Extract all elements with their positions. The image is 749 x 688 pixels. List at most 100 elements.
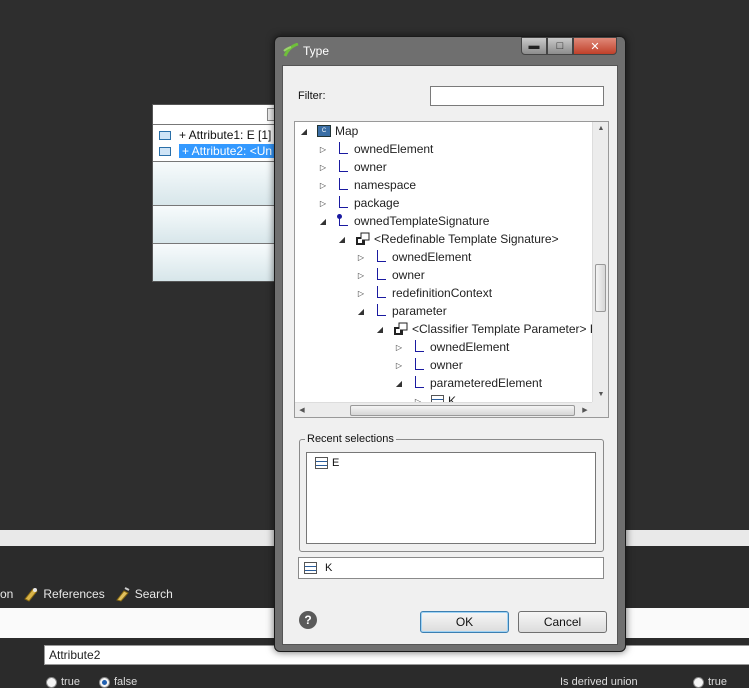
derived-union-true[interactable]: true [693,676,727,688]
attribute-row-selected[interactable]: + Attribute2: <Un [153,143,279,159]
window-controls: ▬ □ ✕ [521,37,617,55]
scroll-corner [592,402,608,417]
type-tree[interactable]: ◢ C Map ▷ ownedElement ▷ owner ▷ namespace ▷ packa… [294,121,609,418]
tree-node-label: parameteredElement [430,376,543,390]
tree-node[interactable]: ▷ ownedElement [356,248,471,266]
filter-label: Filter: [298,90,326,102]
tree-node[interactable]: ◢ parameter [356,302,447,320]
reference-icon [336,160,350,174]
search-button[interactable]: Search [115,586,173,602]
tree-node-label: Map [335,124,359,138]
tree-node-label: ownedElement [430,340,510,354]
horizontal-scroll-thumb[interactable] [350,405,575,416]
references-icon [24,588,39,602]
reference-icon [412,358,426,372]
selected-type-label: K [325,562,333,574]
cancel-button[interactable]: Cancel [518,611,607,633]
tree-node[interactable]: ◢ <Redefinable Template Signature> [337,230,559,248]
derived-union-label-wrap: Is derived union [560,676,638,688]
help-icon[interactable]: ? [299,611,317,629]
expanded-arrow-icon[interactable]: ◢ [337,235,347,244]
collapsed-arrow-icon[interactable]: ▷ [394,343,404,352]
scroll-right-icon[interactable]: ▶ [578,403,592,417]
vertical-scroll-thumb[interactable] [595,264,606,312]
scroll-up-icon[interactable]: ▲ [593,122,608,136]
radio-true[interactable]: true [46,676,80,688]
nested-compartment[interactable] [153,243,279,281]
collapsed-arrow-icon[interactable]: ▷ [318,181,328,190]
tree-node[interactable]: ▷ owner [318,158,387,176]
tree-node[interactable]: ▷ K [413,392,456,402]
tree-node[interactable]: ◢ <Classifier Template Parameter> K [375,320,592,338]
derived-union-true-button[interactable] [693,676,704,688]
close-button[interactable]: ✕ [573,37,617,55]
reference-icon [336,196,350,210]
tree-node[interactable]: ◢ ownedTemplateSignature [318,212,489,230]
collapsed-arrow-icon[interactable]: ▷ [318,145,328,154]
reference-icon [412,376,426,390]
tree-horizontal-scrollbar[interactable]: ◀ ▶ [295,402,592,417]
tree-viewport: ◢ C Map ▷ ownedElement ▷ owner ▷ namespace ▷ packa… [295,122,592,402]
tree-node-label: ownedTemplateSignature [354,214,490,228]
tree-node[interactable]: ▷ redefinitionContext [356,284,492,302]
class-header[interactable] [153,105,279,125]
collapsed-arrow-icon[interactable]: ▷ [356,253,366,262]
template-signature-icon [393,322,408,336]
selected-type-field[interactable]: K [298,557,604,579]
expanded-arrow-icon[interactable]: ◢ [356,307,366,316]
minimize-button[interactable]: ▬ [521,37,547,55]
class-icon [315,457,328,469]
scroll-down-icon[interactable]: ▼ [593,388,608,402]
tree-node-label: package [354,196,400,210]
collapsed-arrow-icon[interactable]: ▷ [318,163,328,172]
tree-node-label: K [448,394,457,402]
scroll-left-icon[interactable]: ◀ [295,403,309,417]
tree-vertical-scrollbar[interactable]: ▲ ▼ [592,122,608,402]
tree-node[interactable]: ▷ ownedElement [318,140,433,158]
class-shape[interactable]: + Attribute1: E [1] + Attribute2: <Un [152,104,280,282]
radio-false-button[interactable] [99,676,110,688]
tree-node[interactable]: ▷ package [318,194,399,212]
expanded-arrow-icon[interactable]: ◢ [299,127,309,136]
tree-node[interactable]: ▷ namespace [318,176,416,194]
tree-node[interactable]: ▷ ownedElement [394,338,509,356]
expanded-arrow-icon[interactable]: ◢ [375,325,385,334]
tree-node[interactable]: ◢ C Map [299,122,358,140]
radio-false[interactable]: false [99,676,137,688]
dialog-titlebar[interactable]: Type ▬ □ ✕ [275,37,625,65]
tree-node[interactable]: ▷ owner [356,266,425,284]
reference-icon [374,268,388,282]
app-logo-icon [283,43,299,57]
recent-selections-list[interactable]: E [306,452,596,544]
maximize-button[interactable]: □ [547,37,573,55]
tree-node[interactable]: ◢ parameteredElement [394,374,542,392]
attribute-row[interactable]: + Attribute1: E [1] [153,127,279,143]
recent-item[interactable]: E [315,457,339,469]
collapsed-arrow-icon[interactable]: ▷ [394,361,404,370]
property-icon [159,146,171,156]
tree-node-label: <Redefinable Template Signature> [374,232,559,246]
expanded-arrow-icon[interactable]: ◢ [394,379,404,388]
filter-input[interactable] [430,86,604,106]
type-dialog: Type ▬ □ ✕ Filter: ◢ C Map ▷ ownedElement ▷ ow… [274,36,626,652]
toolbar-item-partial[interactable]: on [0,587,13,601]
collapsed-arrow-icon[interactable]: ▷ [356,271,366,280]
toolbar-item-label: on [0,587,14,601]
collapsed-arrow-icon[interactable]: ▷ [356,289,366,298]
reference-icon [374,286,388,300]
tree-node-label: ownedElement [354,142,434,156]
attribute-label: + Attribute1: E [1] [179,128,272,142]
reference-icon [412,340,426,354]
ok-button[interactable]: OK [420,611,509,633]
derived-union-true-label: true [708,676,727,688]
tree-node[interactable]: ▷ owner [394,356,463,374]
tree-node-label: owner [430,358,463,372]
references-button[interactable]: References [23,586,105,602]
attribute-compartment[interactable] [153,161,279,206]
radio-true-button[interactable] [46,676,57,688]
collapsed-arrow-icon[interactable]: ▷ [318,199,328,208]
property-icon [159,130,171,140]
operation-compartment[interactable] [153,205,279,244]
tree-node-label: owner [354,160,387,174]
expanded-arrow-icon[interactable]: ◢ [318,217,328,226]
